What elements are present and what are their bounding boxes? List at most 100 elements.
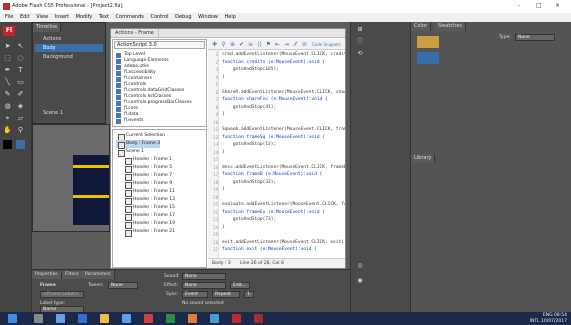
comment-icon[interactable]: ⁄⁄ xyxy=(292,41,299,48)
store-icon[interactable] xyxy=(122,314,131,323)
code-tab[interactable]: Body : 3 xyxy=(212,261,231,266)
menu-control[interactable]: Control xyxy=(150,13,168,22)
stroke-color-swatch[interactable] xyxy=(3,140,12,149)
menu-debug[interactable]: Debug xyxy=(175,13,191,22)
nav-item[interactable]: Header : Frame 13 xyxy=(123,196,175,205)
pen-tool-icon[interactable]: ✒ xyxy=(3,66,12,75)
search-icon[interactable] xyxy=(34,314,43,323)
free-transform-tool-icon[interactable]: ⬚ xyxy=(3,54,12,63)
repeat-dropdown[interactable]: Repeat xyxy=(212,291,240,298)
layer-row[interactable]: Background xyxy=(35,53,103,61)
motion-presets-icon[interactable]: ◉ xyxy=(355,277,365,285)
nav-item[interactable]: Header : Frame 11 xyxy=(123,188,175,197)
tab-color[interactable]: Color xyxy=(411,22,432,31)
paint-bucket-tool-icon[interactable]: ◈ xyxy=(16,102,25,111)
toolbox-item[interactable]: fl.events xyxy=(116,117,143,125)
collapse-icon[interactable]: ⇤ xyxy=(274,41,281,48)
nav-item[interactable]: Header : Frame 1 xyxy=(123,156,172,165)
text-tool-icon[interactable]: T xyxy=(16,66,25,75)
app-icon[interactable] xyxy=(188,314,197,323)
fill-swatch[interactable] xyxy=(417,52,439,64)
system-clock[interactable]: ENG 08:54 INTL 10/07/2017 xyxy=(530,313,567,324)
maximize-button[interactable]: □ xyxy=(536,2,542,9)
menu-text[interactable]: Text xyxy=(99,13,109,22)
nav-item[interactable]: Header : Frame 17 xyxy=(123,212,175,221)
transform-icon[interactable]: ⟲ xyxy=(355,50,365,58)
stage-canvas[interactable] xyxy=(32,124,110,232)
app-icon[interactable] xyxy=(166,314,175,323)
flash-taskbar-icon[interactable] xyxy=(232,314,241,323)
task-view-icon[interactable] xyxy=(56,314,65,323)
app-icon[interactable] xyxy=(144,314,153,323)
pencil-tool-icon[interactable]: ✎ xyxy=(3,90,12,99)
code-editor[interactable]: 1 2 3 4 5 6 7 8 9 10 11 12 13 14 15 16 17 18 19 20 21 22 23 24 2… xyxy=(208,50,345,258)
menu-file[interactable]: File xyxy=(5,13,13,22)
line-tool-icon[interactable]: ╲ xyxy=(3,78,12,87)
check-syntax-icon[interactable]: ✔ xyxy=(238,41,245,48)
tab-timeline[interactable]: Timeline xyxy=(33,23,62,32)
hand-tool-icon[interactable]: ✋ xyxy=(3,126,12,135)
tab-parameters[interactable]: Parameters xyxy=(82,271,115,279)
repeat-count-field[interactable]: 1 xyxy=(244,291,254,298)
nav-item[interactable]: Current Selection xyxy=(116,132,165,141)
color-type-dropdown[interactable]: None xyxy=(515,34,555,41)
actionscript-version-dropdown[interactable]: ActionScript 3.0 xyxy=(114,41,205,49)
file-explorer-icon[interactable] xyxy=(100,314,109,323)
info-icon[interactable]: ⓘ xyxy=(355,38,365,46)
nav-item[interactable]: Header : Frame 9 xyxy=(123,180,172,189)
menu-insert[interactable]: Insert xyxy=(55,13,69,22)
ink-bottle-tool-icon[interactable]: ◍ xyxy=(3,102,12,111)
tween-dropdown[interactable]: None xyxy=(108,282,138,289)
nav-item[interactable]: Header : Frame 19 xyxy=(123,220,175,229)
auto-format-icon[interactable]: ≡ xyxy=(247,41,254,48)
menu-window[interactable]: Window xyxy=(198,13,218,22)
scene-breadcrumb[interactable]: Scene 1 xyxy=(35,109,103,117)
code-hint-icon[interactable]: ⟨⟩ xyxy=(256,41,263,48)
layer-row[interactable]: Body xyxy=(35,44,103,52)
eyedropper-tool-icon[interactable]: ⌖ xyxy=(3,114,12,123)
add-statement-icon[interactable]: ✚ xyxy=(211,41,218,48)
nav-item[interactable]: Header : Frame 7 xyxy=(123,172,172,181)
tab-actions-frame[interactable]: Actions - Frame xyxy=(111,29,159,38)
menu-help[interactable]: Help xyxy=(224,13,235,22)
nav-item[interactable]: Header : Frame 5 xyxy=(123,164,172,173)
edge-icon[interactable] xyxy=(78,314,87,323)
menu-edit[interactable]: Edit xyxy=(20,13,30,22)
debug-options-icon[interactable]: ⚑ xyxy=(265,41,272,48)
menu-modify[interactable]: Modify xyxy=(76,13,93,22)
find-icon[interactable]: ⚲ xyxy=(220,41,227,48)
layer-row[interactable]: Actions xyxy=(35,35,103,43)
tab-properties[interactable]: Properties xyxy=(32,271,62,279)
menu-commands[interactable]: Commands xyxy=(116,13,144,22)
sync-dropdown[interactable]: Event xyxy=(182,291,208,298)
eraser-tool-icon[interactable]: ▱ xyxy=(16,114,25,123)
insert-target-path-icon[interactable]: ⊕ xyxy=(229,41,236,48)
nav-item[interactable]: Body : Frame 3 xyxy=(116,140,161,149)
components-icon[interactable]: ◎ xyxy=(355,262,365,270)
uncomment-icon[interactable]: ⊘ xyxy=(301,41,308,48)
start-icon[interactable] xyxy=(8,314,17,323)
sound-dropdown[interactable]: None xyxy=(182,273,226,280)
nav-item[interactable]: Header : Frame 21 xyxy=(123,228,175,237)
close-button[interactable]: × xyxy=(555,2,560,9)
frame-label-field[interactable]: <Frame Label> xyxy=(40,291,84,298)
zoom-tool-icon[interactable]: ⚲ xyxy=(16,126,25,135)
effect-dropdown[interactable]: None xyxy=(182,282,226,289)
tab-swatches[interactable]: Swatches xyxy=(435,22,466,31)
selection-tool-icon[interactable]: ➤ xyxy=(3,42,12,51)
rectangle-tool-icon[interactable]: ▭ xyxy=(16,78,25,87)
brush-tool-icon[interactable]: ✐ xyxy=(16,90,25,99)
stroke-swatch[interactable] xyxy=(417,36,439,48)
fill-color-swatch[interactable] xyxy=(16,140,25,149)
nav-item[interactable]: Scene 1 xyxy=(116,148,144,157)
code-snippets-button[interactable]: Code Snippets xyxy=(312,42,341,47)
menu-view[interactable]: View xyxy=(36,13,48,22)
subselection-tool-icon[interactable]: ↖ xyxy=(16,42,25,51)
app-icon[interactable] xyxy=(254,314,263,323)
tab-filters[interactable]: Filters xyxy=(62,271,83,279)
lasso-tool-icon[interactable]: ◌ xyxy=(16,54,25,63)
tab-library[interactable]: Library xyxy=(411,154,436,163)
align-icon[interactable]: ⊞ xyxy=(355,26,365,34)
nav-item[interactable]: Header : Frame 15 xyxy=(123,204,175,213)
edit-button[interactable]: Edit... xyxy=(230,282,250,289)
